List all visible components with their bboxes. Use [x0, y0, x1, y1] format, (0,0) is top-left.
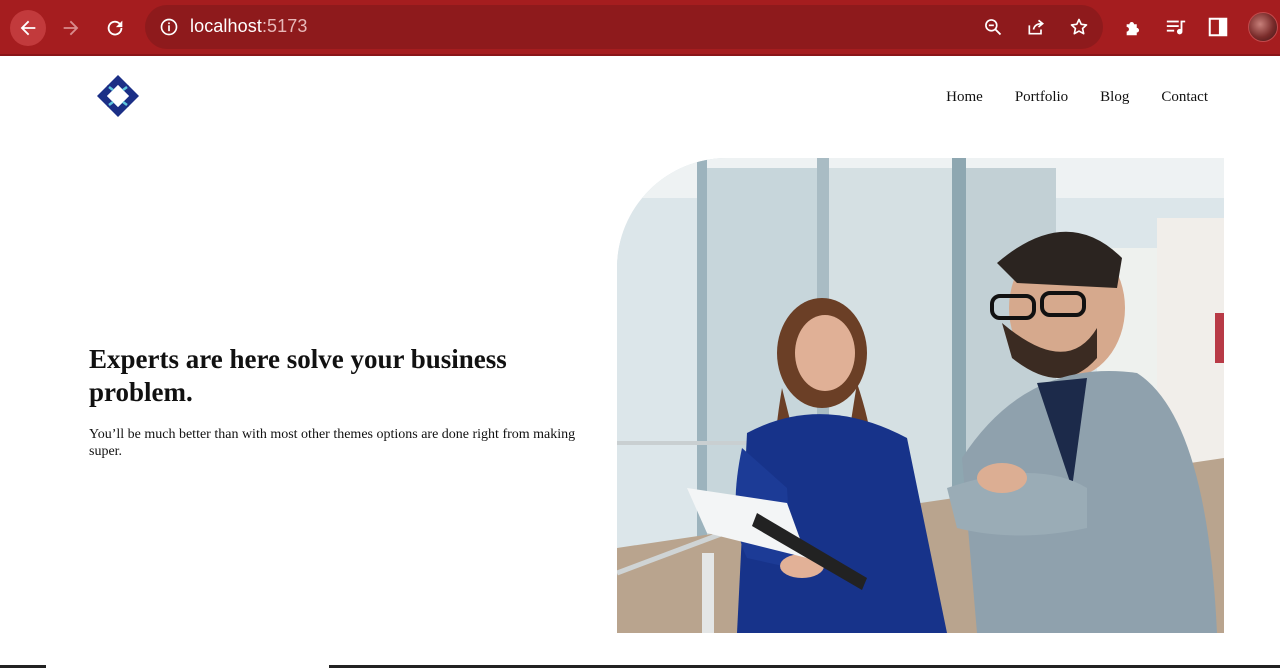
back-button[interactable] — [10, 10, 46, 46]
office-photo-illustration — [617, 158, 1224, 633]
reload-icon — [107, 20, 123, 36]
share-icon[interactable] — [1026, 17, 1046, 37]
nav-blog[interactable]: Blog — [1100, 89, 1129, 106]
logo-icon[interactable] — [95, 73, 141, 119]
zoom-icon[interactable] — [983, 17, 1003, 37]
forward-arrow-icon — [63, 20, 79, 36]
side-panel-icon[interactable] — [1207, 16, 1229, 38]
info-icon[interactable] — [159, 17, 179, 37]
nav-contact[interactable]: Contact — [1161, 89, 1208, 106]
star-icon[interactable] — [1069, 17, 1089, 37]
hero-title: Experts are here solve your business pro… — [89, 344, 507, 407]
reload-button[interactable] — [97, 10, 133, 46]
nav-home[interactable]: Home — [946, 89, 983, 106]
address-bar[interactable]: localhost:5173 — [145, 5, 1103, 49]
reading-list-icon[interactable] — [1165, 16, 1187, 38]
nav-portfolio[interactable]: Portfolio — [1015, 89, 1068, 106]
forward-button[interactable] — [53, 10, 89, 46]
profile-avatar[interactable] — [1248, 12, 1278, 42]
back-arrow-icon — [20, 20, 36, 36]
main-nav: Home Portfolio Blog Contact — [946, 89, 1208, 106]
toolbar-divider — [0, 54, 1280, 56]
hero-description: You’ll be much better than with most oth… — [89, 427, 576, 459]
extensions-icon[interactable] — [1123, 16, 1145, 38]
hero-image — [617, 158, 1224, 633]
url-text[interactable]: localhost:5173 — [190, 16, 308, 37]
